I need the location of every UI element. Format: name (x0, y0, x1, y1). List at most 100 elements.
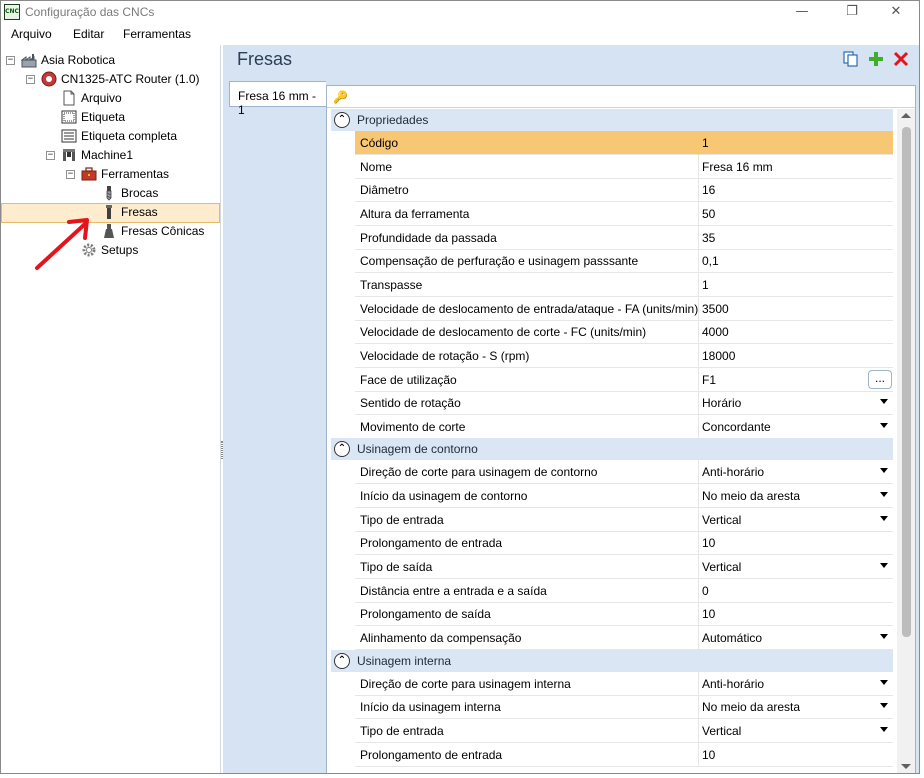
delete-icon[interactable] (893, 51, 909, 67)
dropdown-arrow-icon[interactable] (880, 468, 888, 474)
property-value[interactable]: Automático (702, 631, 762, 645)
tree-item-asia-robotica[interactable]: − Asia Robotica (1, 51, 220, 70)
property-row[interactable]: Velocidade de deslocamento de corte - FC… (355, 320, 893, 345)
property-value[interactable]: Fresa 16 mm (702, 160, 773, 174)
dropdown-arrow-icon[interactable] (880, 492, 888, 498)
dropdown-arrow-icon[interactable] (880, 634, 888, 639)
property-value[interactable]: F1 (702, 373, 716, 387)
category-label: Usinagem de contorno (357, 442, 478, 457)
tree-label: Setups (101, 243, 139, 257)
tree-item-machine1[interactable]: − Machine1 (1, 146, 220, 165)
collapse-category-icon[interactable]: ⌃ (334, 652, 350, 669)
tree-label: Ferramentas (101, 167, 170, 181)
dropdown-arrow-icon[interactable] (880, 515, 888, 521)
property-row[interactable]: Velocidade de deslocamento de entrada/at… (355, 296, 893, 321)
add-icon[interactable] (868, 51, 884, 67)
tree-item-etiqueta-completa[interactable]: Etiqueta completa (1, 127, 220, 146)
dropdown-arrow-icon[interactable] (880, 726, 888, 732)
property-row[interactable]: Alinhamento da compensação Automático (355, 626, 893, 650)
menu-editar[interactable]: Editar (69, 27, 108, 41)
property-search[interactable]: 🔑 (327, 86, 915, 108)
property-value[interactable]: 3500 (702, 302, 729, 316)
property-value[interactable]: 0 (702, 584, 709, 598)
category-interna[interactable]: ⌃ Usinagem interna (331, 649, 893, 672)
property-row[interactable]: Velocidade de rotação - S (rpm) 18000 (355, 343, 893, 368)
tab-fresa-16mm[interactable]: Fresa 16 mm - 1 (229, 81, 326, 117)
property-value[interactable]: Vertical (702, 724, 741, 738)
property-row[interactable]: Diâmetro 16 (355, 178, 893, 203)
dropdown-arrow-icon[interactable] (880, 679, 888, 685)
property-value[interactable]: 0,1 (702, 254, 719, 268)
maximize-button[interactable]: ❐ (829, 1, 875, 23)
property-row[interactable]: Prolongamento de saída 10 (355, 602, 893, 627)
property-value[interactable]: 16 (702, 183, 715, 197)
property-row[interactable]: Prolongamento de entrada 10 (355, 531, 893, 556)
dropdown-arrow-icon[interactable] (880, 399, 888, 405)
property-row[interactable]: Transpasse 1 (355, 272, 893, 297)
minimize-button[interactable]: — (779, 1, 825, 23)
scroll-up-icon[interactable] (901, 113, 911, 118)
collapse-category-icon[interactable]: ⌃ (334, 112, 350, 128)
dropdown-arrow-icon[interactable] (880, 563, 888, 569)
conical-mill-icon (104, 224, 114, 238)
tree-item-cnc[interactable]: − CN1325-ATC Router (1.0) (1, 70, 220, 89)
menu-ferramentas[interactable]: Ferramentas (119, 27, 195, 41)
tree-item-arquivo[interactable]: Arquivo (1, 89, 220, 108)
scroll-thumb[interactable] (902, 127, 911, 637)
tree-item-brocas[interactable]: Brocas (1, 184, 220, 203)
property-value[interactable]: Concordante (702, 420, 771, 434)
property-row[interactable]: Código 1 (355, 131, 893, 155)
dropdown-arrow-icon[interactable] (880, 703, 888, 709)
property-row[interactable]: Tipo de entrada Vertical (355, 507, 893, 532)
property-row[interactable]: Início da usinagem de contorno No meio da… (355, 484, 893, 509)
property-row[interactable]: Tipo de saída Vertical (355, 555, 893, 580)
property-row[interactable]: Início da usinagem interna No meio da are… (355, 695, 893, 720)
property-row[interactable]: Direção de corte para usinagem de contor… (355, 460, 893, 485)
property-value[interactable]: 1 (702, 278, 709, 292)
property-value[interactable]: Horário (702, 396, 741, 410)
property-value[interactable]: Vertical (702, 560, 741, 574)
property-value[interactable]: Vertical (702, 513, 741, 527)
browse-button[interactable]: ... (868, 369, 892, 389)
property-value[interactable]: 50 (702, 207, 715, 221)
property-rows: ⌃ Propriedades Código 1 Nome Fresa 16 mm Diâme… (327, 109, 897, 773)
vertical-scrollbar[interactable] (897, 109, 915, 773)
property-row[interactable]: Prolongamento de entrada 10 (355, 742, 893, 767)
property-row[interactable]: Altura da ferramenta 50 (355, 201, 893, 226)
collapse-icon[interactable]: − (26, 75, 35, 84)
category-propriedades[interactable]: ⌃ Propriedades (331, 109, 893, 131)
dropdown-arrow-icon[interactable] (880, 422, 888, 428)
property-value[interactable]: No meio da aresta (702, 489, 800, 503)
property-row[interactable]: Nome Fresa 16 mm (355, 154, 893, 179)
close-button[interactable]: ✕ (873, 1, 919, 23)
column-separator (698, 272, 699, 297)
property-row[interactable]: Tipo de entrada Vertical (355, 718, 893, 743)
property-value[interactable]: 10 (702, 748, 715, 762)
property-row[interactable]: Sentido de rotação Horário (355, 391, 893, 416)
property-row[interactable]: Profundidade da passada 35 (355, 225, 893, 250)
property-value[interactable]: 35 (702, 231, 715, 245)
collapse-category-icon[interactable]: ⌃ (334, 441, 350, 458)
collapse-icon[interactable]: − (6, 56, 15, 65)
tree-item-etiqueta[interactable]: Etiqueta (1, 108, 220, 127)
property-value[interactable]: Anti-horário (702, 677, 764, 691)
menu-arquivo[interactable]: Arquivo (7, 27, 56, 41)
property-value[interactable]: 10 (702, 607, 715, 621)
property-row[interactable]: Distância entre a entrada e a saída 0 (355, 578, 893, 603)
property-value[interactable]: 10 (702, 536, 715, 550)
property-value[interactable]: 4000 (702, 325, 729, 339)
property-row[interactable]: Face de utilização F1... (355, 367, 893, 392)
tree-item-ferramentas[interactable]: − Ferramentas (1, 165, 220, 184)
copy-icon[interactable] (843, 51, 859, 67)
collapse-icon[interactable]: − (66, 170, 75, 179)
property-row[interactable]: Movimento de corte Concordante (355, 414, 893, 439)
property-value[interactable]: 1 (702, 136, 709, 150)
collapse-icon[interactable]: − (46, 151, 55, 160)
property-value[interactable]: Anti-horário (702, 465, 764, 479)
property-value[interactable]: No meio da aresta (702, 700, 800, 714)
property-value[interactable]: 18000 (702, 349, 735, 363)
category-contorno[interactable]: ⌃ Usinagem de contorno (331, 438, 893, 461)
scroll-down-icon[interactable] (901, 764, 911, 769)
property-row[interactable]: Direção de corte para usinagem interna An… (355, 671, 893, 696)
property-row[interactable]: Compensação de perfuração e usinagem pas… (355, 249, 893, 274)
